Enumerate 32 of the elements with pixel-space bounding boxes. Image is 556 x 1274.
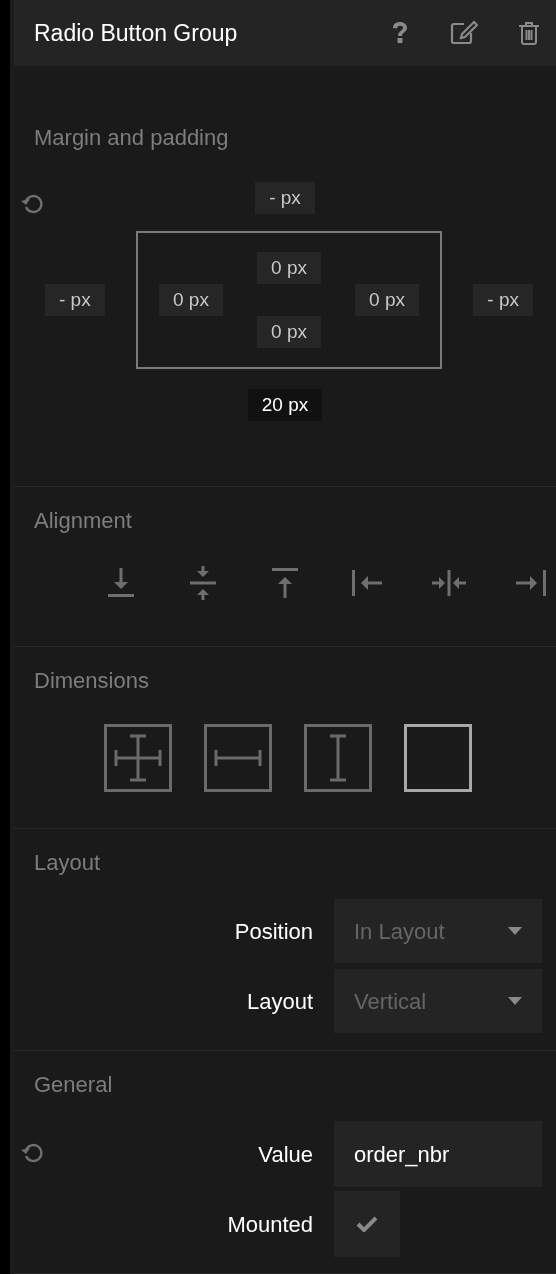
panel-title: Radio Button Group bbox=[34, 18, 239, 48]
px-value-box[interactable]: 0 px bbox=[159, 284, 223, 316]
edit-icon[interactable] bbox=[450, 20, 478, 46]
section-title: Dimensions bbox=[34, 667, 150, 695]
section-title: General bbox=[34, 1071, 114, 1099]
section-title: Alignment bbox=[34, 507, 133, 535]
check-icon bbox=[356, 1216, 378, 1232]
px-value-box[interactable]: 0 px bbox=[257, 316, 321, 348]
size-height-icon[interactable] bbox=[304, 724, 372, 792]
caret-icon bbox=[508, 997, 522, 1005]
size-both-icon[interactable] bbox=[104, 724, 172, 792]
field-label: Value bbox=[257, 1140, 314, 1169]
size-fixed-icon[interactable] bbox=[404, 724, 472, 792]
checkbox[interactable] bbox=[334, 1191, 400, 1257]
caret-icon bbox=[508, 927, 522, 935]
px-value-box[interactable]: 0 px bbox=[257, 252, 321, 284]
px-value-box[interactable]: 0 px bbox=[355, 284, 419, 316]
field-label: Position bbox=[233, 917, 314, 946]
help-icon[interactable] bbox=[392, 22, 408, 44]
text-field[interactable]: order_nbr bbox=[334, 1121, 542, 1187]
px-value-box[interactable]: 20 px bbox=[247, 389, 323, 421]
field-label: Layout bbox=[245, 987, 314, 1016]
px-value-box[interactable]: - px bbox=[255, 182, 315, 214]
section-title: Margin and padding bbox=[34, 124, 230, 152]
size-width-icon[interactable] bbox=[204, 724, 272, 792]
reset-icon[interactable] bbox=[20, 192, 46, 216]
field-label: Mounted bbox=[226, 1210, 314, 1239]
trash-icon[interactable] bbox=[518, 21, 540, 45]
section-title: Layout bbox=[34, 849, 102, 877]
reset-icon[interactable] bbox=[20, 1141, 46, 1165]
px-value-box[interactable]: - px bbox=[473, 284, 533, 316]
px-value-box[interactable]: - px bbox=[45, 284, 105, 316]
